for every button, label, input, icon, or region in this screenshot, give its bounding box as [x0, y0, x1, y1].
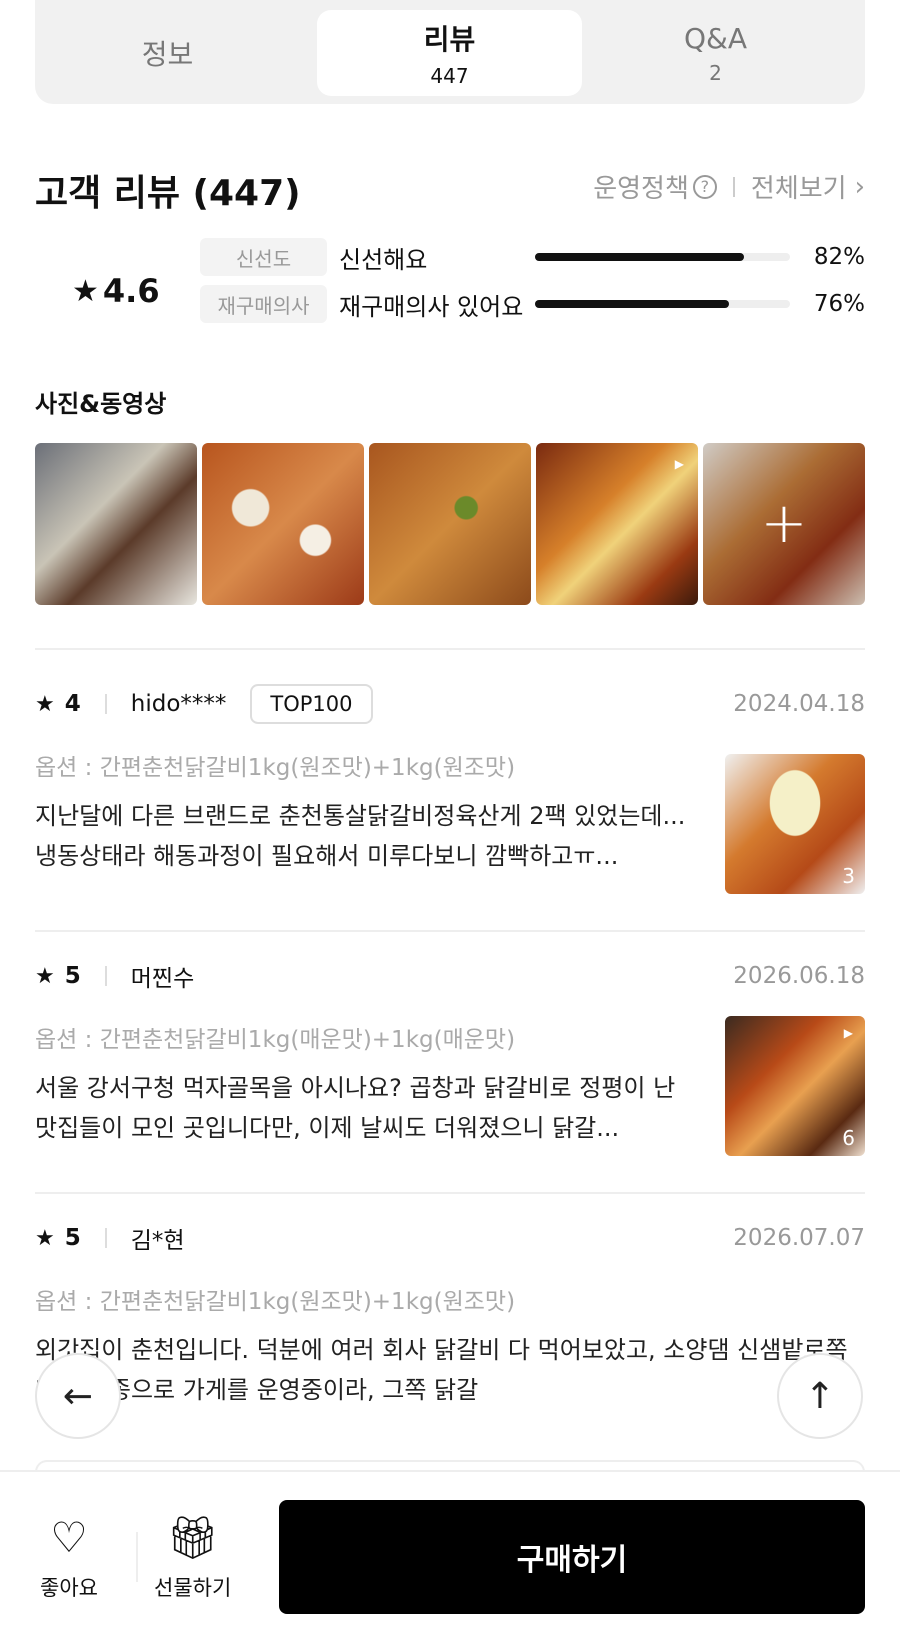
review-image[interactable]: ▶ 6 [725, 1016, 865, 1156]
score-value: 4.6 [102, 272, 160, 310]
like-label: 좋아요 [40, 1576, 98, 1600]
gift-button[interactable]: 🎁︎ 선물하기 [154, 1516, 231, 1602]
metric-percent: 76% [813, 291, 865, 317]
review-rating: 5 [64, 963, 81, 989]
back-button[interactable]: ← [35, 1353, 121, 1439]
review-option: 옵션 : 간편춘천닭갈비1kg(원조맛)+1kg(원조맛) [35, 1289, 516, 1315]
view-all-link[interactable]: 전체보기 [751, 168, 847, 205]
divider [732, 176, 735, 197]
tab-count: 2 [709, 60, 722, 85]
photos-title: 사진&동영상 [35, 390, 167, 418]
review-rating: 5 [64, 1225, 81, 1251]
image-count: 6 [842, 1126, 855, 1150]
tab-label: 정보 [141, 38, 194, 71]
divider [104, 694, 107, 714]
metric-bar-fill [535, 253, 745, 261]
chevron-right-icon: › [854, 171, 865, 202]
review-image[interactable]: 3 [725, 754, 865, 894]
gift-icon: 🎁︎ [165, 1513, 220, 1562]
policy-link[interactable]: 운영정책 [593, 168, 689, 205]
star-icon: ★ [35, 1225, 55, 1251]
video-thumbnail[interactable]: ▶ [536, 443, 698, 605]
header-links: 운영정책 ? 전체보기 › [593, 168, 865, 205]
arrow-up-icon: ↑ [804, 1375, 836, 1417]
review-user: 머찐수 [130, 966, 195, 992]
heart-icon: ♡ [50, 1513, 88, 1562]
divider [104, 966, 107, 986]
metric-chip: 신선도 [200, 238, 327, 276]
review-rating: 4 [64, 691, 81, 717]
star-icon: ★ [35, 691, 55, 717]
review-text: 지난달에 다른 브랜드로 춘천통살닭갈비정육산게 2팩 있었는데...냉동상태라… [35, 802, 686, 870]
photo-thumbnail[interactable] [35, 443, 197, 605]
gift-label: 선물하기 [154, 1576, 232, 1600]
review-date: 2026.07.07 [733, 1225, 865, 1251]
like-button[interactable]: ♡ 좋아요 [40, 1516, 98, 1602]
divider [35, 1192, 865, 1194]
tab-label: Q&A [683, 21, 748, 55]
review-text: 서울 강서구청 먹자골목을 아시나요? 곱창과 닭갈비로 정평이 난 맛집들이 … [35, 1074, 676, 1142]
average-score: ★ 4.6 [72, 272, 160, 310]
metric-chip: 재구매의사 [200, 285, 327, 323]
reviewer-badge: TOP100 [250, 684, 373, 724]
divider [104, 1228, 107, 1248]
play-icon: ▶ [674, 457, 684, 471]
metric-bar [535, 253, 790, 261]
plus-icon: + [760, 491, 808, 556]
review-item[interactable]: ★ 5 머찐수 2026.06.18 옵션 : 간편춘천닭갈비1kg(매운맛)+… [35, 954, 865, 1156]
photo-strip: ▶ + [35, 443, 865, 605]
tab-count: 447 [430, 64, 469, 88]
tab-label: 리뷰 [423, 23, 476, 56]
divider [35, 648, 865, 650]
review-date: 2024.04.18 [733, 691, 865, 717]
image-count: 3 [842, 864, 855, 888]
review-item[interactable]: ★ 4 hido**** TOP100 2024.04.18 옵션 : 간편춘천… [35, 682, 865, 894]
review-user: 김*현 [130, 1228, 185, 1254]
more-photos-button[interactable]: + [703, 443, 865, 605]
star-icon: ★ [72, 273, 99, 309]
review-header: ★ 5 머찐수 2026.06.18 [35, 954, 865, 998]
divider [136, 1532, 138, 1582]
bottom-bar: ♡ 좋아요 🎁︎ 선물하기 구매하기 [0, 1470, 900, 1638]
metric-row: 신선도 신선해요 82% [200, 238, 865, 276]
metric-value: 신선해요 [339, 245, 428, 274]
review-header: ★ 4 hido**** TOP100 2024.04.18 [35, 682, 865, 726]
review-date: 2026.06.18 [733, 963, 865, 989]
page-title: 고객 리뷰 (447) [35, 173, 301, 214]
buy-button[interactable]: 구매하기 [279, 1500, 865, 1614]
photo-thumbnail[interactable] [369, 443, 531, 605]
star-icon: ★ [35, 963, 55, 989]
metric-bar-fill [535, 300, 729, 308]
tab-bar: 정보 리뷰 447 Q&A 2 [35, 0, 865, 104]
review-user: hido**** [130, 691, 227, 717]
divider [35, 930, 865, 932]
tab-info[interactable]: 정보 [35, 10, 300, 96]
metric-value: 재구매의사 있어요 [339, 292, 524, 321]
review-text: 외갓집이 춘천입니다. 덕분에 여러 회사 닭갈비 다 먹어보았고, 소양댐 신… [35, 1336, 848, 1404]
metric-bar [535, 300, 790, 308]
metric-row: 재구매의사 재구매의사 있어요 76% [200, 285, 865, 323]
photo-thumbnail[interactable] [202, 443, 364, 605]
tab-reviews[interactable]: 리뷰 447 [317, 10, 582, 96]
arrow-left-icon: ← [62, 1375, 94, 1417]
review-header: ★ 5 김*현 2026.07.07 [35, 1216, 865, 1260]
play-icon: ▶ [843, 1026, 853, 1040]
scroll-top-button[interactable]: ↑ [777, 1353, 863, 1439]
tab-qna[interactable]: Q&A 2 [583, 10, 848, 96]
help-icon[interactable]: ? [692, 174, 717, 199]
review-item[interactable]: ★ 5 김*현 2026.07.07 옵션 : 간편춘천닭갈비1kg(원조맛)+… [35, 1216, 865, 1410]
metric-percent: 82% [813, 244, 865, 270]
